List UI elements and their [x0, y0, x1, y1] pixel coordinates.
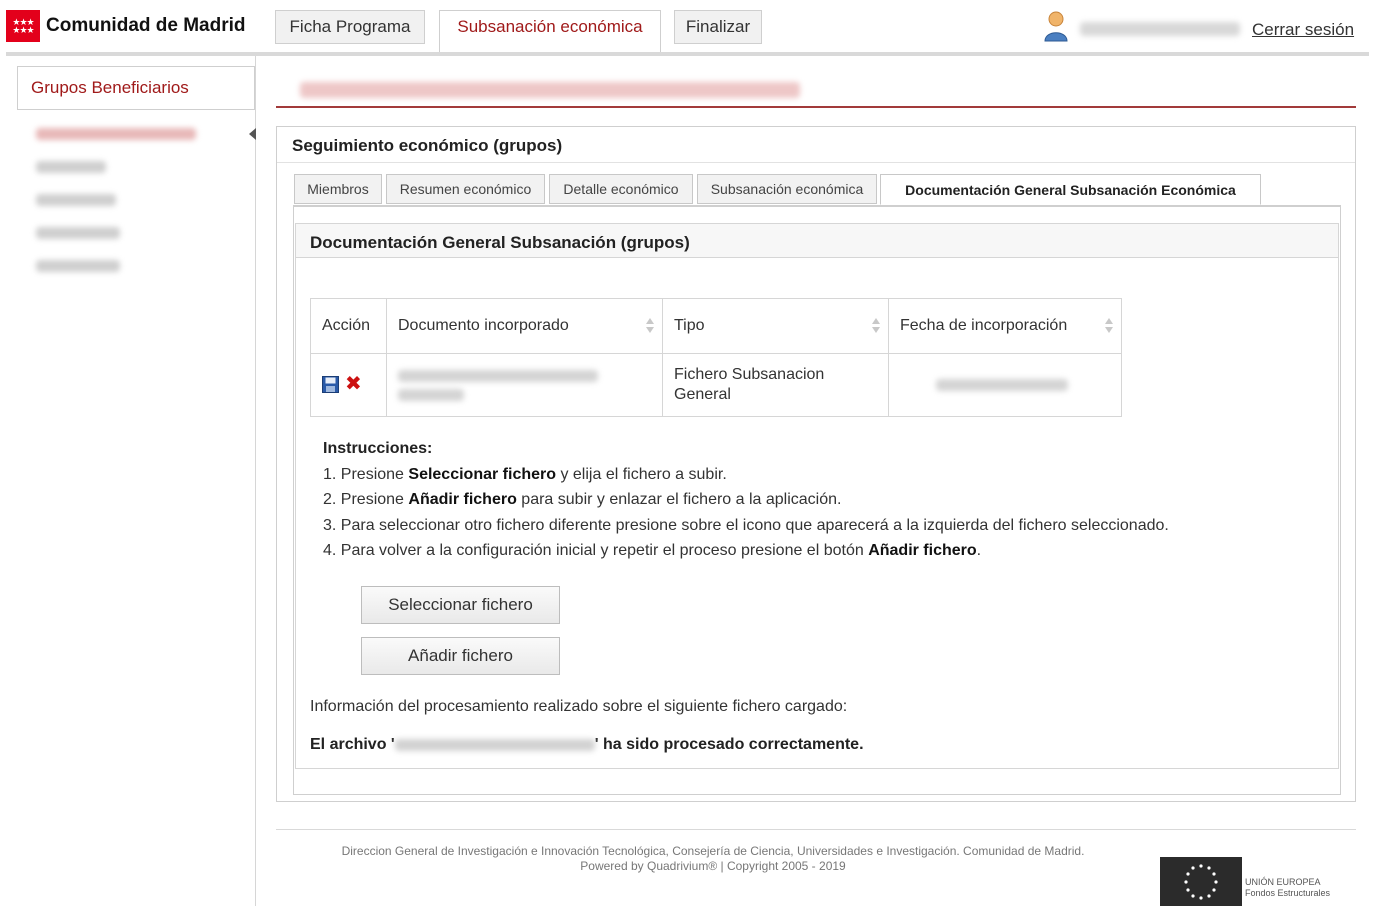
action-cell: ✖ [310, 353, 387, 417]
seguimiento-panel: Seguimiento económico (grupos) Miembros … [276, 126, 1356, 802]
column-documento-label: Documento incorporado [398, 317, 569, 334]
result-prefix: El archivo ' [310, 736, 395, 753]
select-file-button[interactable]: Seleccionar fichero [361, 586, 560, 624]
add-file-button[interactable]: Añadir fichero [361, 637, 560, 675]
tab-miembros[interactable]: Miembros [294, 174, 382, 204]
fecha-value [936, 379, 1068, 391]
tipo-cell: Fichero Subsanacion General [662, 353, 889, 417]
instruction-step-3: 3. Para seleccionar otro fichero diferen… [323, 516, 1169, 534]
sidebar-item[interactable] [36, 194, 116, 206]
section-title: Documentación General Subsanación (grupo… [310, 233, 690, 252]
sort-icon[interactable] [1105, 318, 1113, 334]
logout-link[interactable]: Cerrar sesión [1252, 20, 1354, 40]
instructions: Instrucciones: 1. Presione Seleccionar f… [323, 436, 1169, 564]
table-row: ✖ Fichero Subsanacion General [310, 353, 1122, 417]
step4-text-end: . [976, 542, 982, 559]
section-header: Documentación General Subsanación (grupo… [296, 224, 1338, 258]
column-tipo[interactable]: Tipo [662, 298, 889, 354]
save-icon[interactable] [322, 376, 339, 394]
tab-ficha-programa[interactable]: Ficha Programa [275, 10, 425, 44]
tab-resumen-economico[interactable]: Resumen económico [386, 174, 545, 204]
step4-bold: Añadir fichero [868, 542, 977, 559]
document-cell[interactable] [386, 353, 663, 417]
step2-text: 2. Presione [323, 491, 409, 508]
column-documento[interactable]: Documento incorporado [386, 298, 663, 354]
eu-caption-line-1: UNIÓN EUROPEA [1245, 877, 1321, 887]
tab-detalle-economico[interactable]: Detalle económico [549, 174, 693, 204]
documentacion-section: Documentación General Subsanación (grupo… [295, 223, 1339, 769]
step1-bold: Seleccionar fichero [408, 465, 557, 483]
sort-icon[interactable] [872, 318, 880, 334]
step2-text-end: para subir y enlazar el fichero a la apl… [516, 491, 842, 508]
sidebar-item[interactable] [36, 260, 120, 272]
column-fecha[interactable]: Fecha de incorporación [888, 298, 1122, 354]
sort-icon[interactable] [646, 318, 654, 334]
step4-text: 4. Para volver a la configuración inicia… [323, 542, 869, 559]
column-tipo-label: Tipo [674, 317, 705, 334]
delete-icon[interactable]: ✖ [345, 374, 362, 394]
document-name-line2 [398, 388, 464, 401]
processing-info: Información del procesamiento realizado … [310, 698, 848, 715]
top-bar: ★★★ ★★★ Comunidad de Madrid Ficha Program… [0, 0, 1379, 58]
page-title [300, 82, 800, 98]
tab-documentacion-general[interactable]: Documentación General Subsanación Económ… [880, 174, 1261, 205]
instructions-heading: Instrucciones: [323, 440, 433, 457]
footer-divider [276, 829, 1356, 830]
column-accion: Acción [310, 298, 387, 354]
document-name [398, 369, 598, 382]
tab-content: Documentación General Subsanación (grupo… [293, 205, 1341, 795]
footer-text: Direccion General de Investigación e Inn… [276, 844, 1150, 874]
column-fecha-label: Fecha de incorporación [900, 317, 1068, 334]
processed-filename [394, 738, 595, 751]
sidebar-item[interactable] [36, 161, 106, 173]
panel-title: Seguimiento económico (grupos) [292, 136, 563, 155]
sidebar-item[interactable] [36, 227, 120, 239]
brand-logo[interactable]: ★★★ ★★★ Comunidad de Madrid [6, 10, 246, 42]
fecha-cell [888, 353, 1122, 417]
eu-flag-icon [1160, 857, 1242, 906]
sidebar-item[interactable] [36, 128, 196, 140]
tab-subsanacion-economica-sub[interactable]: Subsanación económica [697, 174, 877, 204]
table-header-row: Acción Documento incorporado Tipo Fecha … [310, 298, 1122, 354]
user-icon [1044, 11, 1068, 42]
user-name [1080, 22, 1240, 36]
result-suffix: ' ha sido procesado correctamente. [594, 736, 864, 753]
processing-result: El archivo ' ' ha sido procesado correcta… [310, 736, 864, 754]
madrid-stars-icon: ★★★ ★★★ [6, 10, 40, 42]
step1-text: 1. Presione [323, 465, 409, 483]
instruction-step-1: 1. Presione Seleccionar fichero y elija … [323, 462, 1169, 488]
tab-subsanacion-economica[interactable]: Subsanación económica [439, 10, 661, 56]
collapse-arrow-icon[interactable] [249, 128, 256, 140]
documents-table: Acción Documento incorporado Tipo Fecha … [310, 298, 1122, 417]
tab-finalizar[interactable]: Finalizar [674, 10, 762, 44]
title-underline [276, 106, 1356, 108]
eu-caption: UNIÓN EUROPEA Fondos Estructurales [1245, 877, 1330, 899]
step1-text-end: y elija el fichero a subir. [556, 465, 727, 483]
brand-name: Comunidad de Madrid [46, 15, 246, 36]
eu-caption-line-2: Fondos Estructurales [1245, 888, 1331, 898]
step2-bold: Añadir fichero [408, 491, 517, 508]
panel-divider [277, 162, 1355, 163]
sidebar-title[interactable]: Grupos Beneficiarios [17, 66, 255, 110]
instruction-step-4: 4. Para volver a la configuración inicia… [323, 538, 1169, 564]
sidebar: Grupos Beneficiarios [6, 56, 256, 906]
instruction-step-2: 2. Presione Añadir fichero para subir y … [323, 487, 1169, 513]
footer-line-2: Powered by Quadrivium® | Copyright 2005 … [580, 859, 846, 873]
footer-line-1: Direccion General de Investigación e Inn… [341, 844, 1085, 858]
